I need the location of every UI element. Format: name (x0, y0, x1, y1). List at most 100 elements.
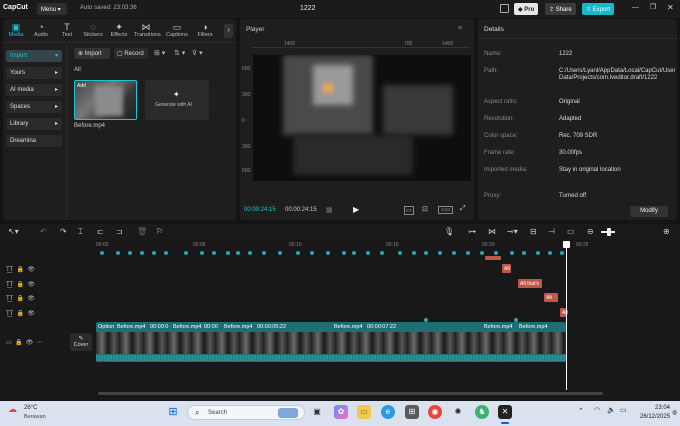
import-button[interactable]: ⊕ Import (74, 48, 110, 59)
play-icon[interactable]: ▶ (353, 205, 359, 214)
marker-dot[interactable] (536, 251, 540, 255)
marker-dot[interactable] (164, 251, 168, 255)
weather-icon[interactable]: ☁ (8, 404, 17, 415)
clock-time[interactable]: 23:04 (655, 405, 670, 411)
caption-icon[interactable]: ▭ (567, 227, 575, 236)
marker-dot[interactable] (438, 251, 442, 255)
maximize-icon[interactable]: ❐ (650, 3, 656, 11)
weather-temp[interactable]: 26°C (24, 405, 37, 411)
marker-dot[interactable] (236, 251, 240, 255)
playhead-handle[interactable] (563, 241, 570, 248)
marker-dot[interactable] (226, 251, 230, 255)
marker-dot[interactable] (262, 251, 266, 255)
zoom-slider-handle[interactable] (607, 228, 611, 236)
tab-captions[interactable]: ▭ Captions (165, 22, 189, 38)
marker-dot[interactable] (128, 251, 132, 255)
split-left-icon[interactable]: ⊏ (97, 227, 104, 236)
battery-icon[interactable]: ▭ (620, 406, 627, 414)
marker-dot[interactable] (548, 251, 552, 255)
sidebar-item-yours[interactable]: Yours ▸ (6, 67, 62, 79)
microphone-icon[interactable]: 🎙 (444, 227, 454, 236)
export-button[interactable]: ⇧ Export (582, 3, 615, 15)
marker-dot[interactable] (412, 251, 416, 255)
player-preview[interactable] (253, 55, 471, 181)
timeline-view-icon[interactable]: ▦ (326, 206, 333, 214)
sidebar-item-dreamina[interactable]: Dreamina (6, 135, 62, 147)
marker-dot[interactable] (200, 251, 204, 255)
tab-text[interactable]: T Text (55, 22, 79, 38)
split-icon[interactable]: ⌶ (78, 227, 83, 237)
marker-dot[interactable] (366, 251, 370, 255)
capcut-taskbar-icon[interactable]: ✕ (498, 405, 512, 419)
zoom-fit-icon[interactable]: ⊕ (663, 227, 670, 236)
ratio-icon[interactable]: ▭▭ (438, 206, 454, 214)
tab-filters[interactable]: ◑ Filters (193, 22, 217, 38)
tab-media[interactable]: ▣ Media (4, 22, 28, 38)
app-icon[interactable]: ♞ (475, 405, 489, 419)
media-filter-all[interactable]: All (74, 67, 81, 73)
tab-audio[interactable]: ◔ Audio (29, 22, 53, 38)
magnet-icon[interactable]: ⋈ (488, 227, 496, 236)
minimize-icon[interactable]: — (632, 4, 639, 11)
marker-dot[interactable] (248, 251, 252, 255)
sidebar-item-library[interactable]: Library ▸ (6, 118, 62, 130)
link-icon[interactable]: ⊶ (468, 227, 476, 236)
marker-dot[interactable] (326, 251, 330, 255)
marker-dot[interactable] (278, 251, 282, 255)
playhead[interactable] (566, 242, 567, 390)
sidebar-item-ai-media[interactable]: AI media ▸ (6, 84, 62, 96)
split-right-icon[interactable]: ⊐ (116, 227, 123, 236)
sidebar-item-spaces[interactable]: Spaces ▸ (6, 101, 62, 113)
crop-icon[interactable]: ⊡ (422, 205, 428, 213)
center-icon[interactable]: ⊣ (548, 227, 555, 236)
chrome-icon[interactable]: ◉ (428, 405, 442, 419)
marker-dot[interactable] (140, 251, 144, 255)
store-icon[interactable]: ⊞ (405, 405, 419, 419)
marker-dot[interactable] (494, 251, 498, 255)
text-clip[interactable]: Alt (544, 293, 558, 302)
marker-dot[interactable] (116, 251, 120, 255)
text-clip[interactable] (485, 256, 501, 260)
marker-dot[interactable] (310, 251, 314, 255)
redo-icon[interactable]: ↷ (60, 227, 67, 236)
sidebar-item-import[interactable]: Import ▾ (6, 50, 62, 62)
chain-icon[interactable]: ⊸▾ (507, 227, 518, 236)
marker-dot[interactable] (480, 251, 484, 255)
text-clip[interactable]: Alt (502, 264, 511, 273)
grid-view-icon[interactable]: ⊞ ▾ (154, 49, 165, 57)
volume-icon[interactable]: 🔈 (607, 406, 616, 414)
filter-icon[interactable]: ⊽ ▾ (192, 49, 203, 57)
chatgpt-icon[interactable]: ✺ (451, 405, 465, 419)
media-thumbnail[interactable]: Add (74, 80, 137, 120)
task-view-icon[interactable]: ▣ (310, 405, 324, 419)
record-button[interactable]: ▢ Record (114, 48, 148, 59)
marker-dot[interactable] (342, 251, 346, 255)
marker-dot[interactable] (560, 251, 564, 255)
generate-with-ai-button[interactable]: ✦ Generate with AI (145, 80, 209, 120)
windows-start-icon[interactable]: ⊞ (166, 405, 180, 419)
marker-dot[interactable] (452, 251, 456, 255)
close-icon[interactable]: ✕ (667, 3, 674, 12)
marker-dot[interactable] (352, 251, 356, 255)
cover-button[interactable]: ✎ Cover (70, 333, 92, 351)
file-explorer-icon[interactable]: ▭ (357, 405, 371, 419)
share-button[interactable]: ⇪ Share (545, 3, 576, 15)
wifi-icon[interactable]: ◠ (594, 406, 600, 414)
marker-dot[interactable] (212, 251, 216, 255)
layout-icon[interactable] (500, 4, 509, 13)
tray-chevron-icon[interactable]: ⌃ (578, 407, 584, 415)
marker-dot[interactable] (466, 251, 470, 255)
marker-dot[interactable] (424, 251, 428, 255)
marker-dot[interactable] (100, 251, 104, 255)
tab-effects[interactable]: ✦ Effects (107, 22, 131, 38)
marker-icon[interactable]: ⚐ (156, 227, 163, 236)
text-clip[interactable]: Alt that's (518, 279, 542, 288)
notification-icon[interactable]: ◍ (672, 409, 677, 416)
timeline-scrollbar[interactable] (98, 392, 603, 395)
marker-dot[interactable] (296, 251, 300, 255)
fullscreen-view-icon[interactable]: ▭ (404, 206, 414, 215)
marker-dot[interactable] (398, 251, 402, 255)
player-menu-icon[interactable]: ≡ (458, 25, 462, 32)
taskbar-search[interactable]: ⌕ Search (187, 405, 305, 420)
clock-date[interactable]: 26/12/2025 (640, 414, 670, 420)
